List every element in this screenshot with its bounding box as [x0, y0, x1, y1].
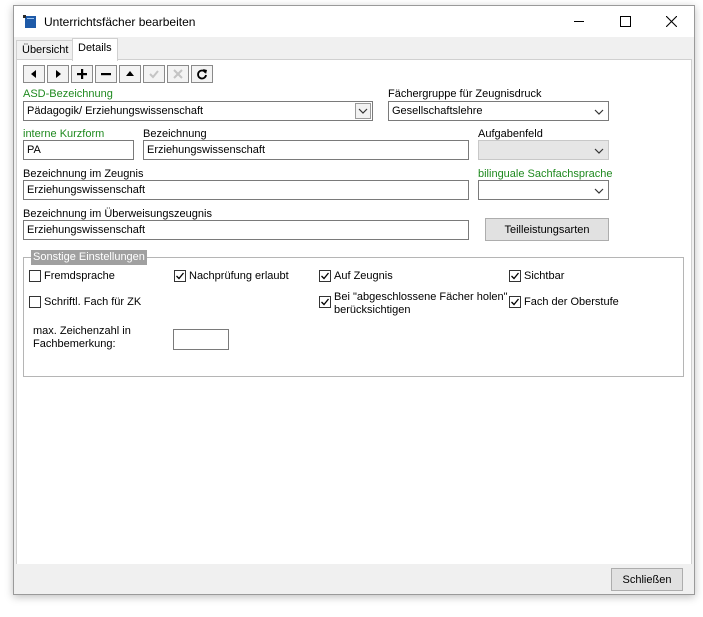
faechergruppe-label: Fächergruppe für Zeugnisdruck [388, 88, 542, 100]
triangle-right-icon [56, 70, 61, 78]
first-record-button[interactable] [23, 65, 45, 83]
kurzform-input[interactable]: PA [23, 140, 134, 160]
cancel-edit-button[interactable] [167, 65, 189, 83]
tab-uebersicht[interactable]: Übersicht [16, 40, 75, 60]
dialog-window: Unterrichtsfächer bearbeiten Übersicht D… [13, 5, 695, 595]
refresh-icon [197, 69, 207, 80]
auf-zeugnis-label: Auf Zeugnis [334, 270, 393, 282]
maximize-icon [619, 16, 631, 27]
chevron-down-icon [358, 108, 368, 114]
navigation-toolbar [23, 65, 213, 85]
faechergruppe-select[interactable]: Gesellschaftslehre [388, 101, 609, 121]
bezeichnung-input[interactable]: Erziehungswissenschaft [143, 140, 469, 160]
cross-icon [173, 69, 183, 79]
max-zeichen-label-line2: Fachbemerkung: [33, 338, 116, 350]
fremdsprache-checkbox[interactable] [29, 270, 41, 282]
tab-strip: Übersicht Details [14, 37, 694, 61]
faechergruppe-value: Gesellschaftslehre [392, 105, 483, 117]
chevron-down-icon [594, 148, 604, 154]
auf-zeugnis-checkbox[interactable] [319, 270, 331, 282]
tab-details[interactable]: Details [72, 38, 118, 61]
chevron-down-icon [594, 188, 604, 194]
maximize-button[interactable] [602, 6, 648, 37]
app-icon [23, 15, 36, 28]
close-icon [665, 16, 677, 27]
minimize-button[interactable] [556, 6, 602, 37]
teilleistungsarten-button[interactable]: Teilleistungsarten [485, 218, 609, 241]
bez-ueberweisung-input[interactable]: Erziehungswissenschaft [23, 220, 469, 240]
bilingual-label: bilinguale Sachfachsprache [478, 168, 613, 180]
abgeschlossen-label-line1: Bei "abgeschlossene Fächer holen" [334, 291, 508, 303]
kurzform-value: PA [27, 144, 41, 156]
confirm-button[interactable] [143, 65, 165, 83]
bezeichnung-label: Bezeichnung [143, 128, 207, 140]
settings-group-title: Sonstige Einstellungen [31, 250, 147, 265]
bez-ueberweisung-label: Bezeichnung im Überweisungszeugnis [23, 208, 212, 220]
chevron-down-icon [594, 109, 604, 115]
sichtbar-label: Sichtbar [524, 270, 565, 282]
bez-zeugnis-input[interactable]: Erziehungswissenschaft [23, 180, 469, 200]
max-zeichen-input[interactable] [173, 329, 229, 350]
checkmark-icon [511, 298, 520, 306]
title-bar: Unterrichtsfächer bearbeiten [14, 6, 694, 37]
remove-record-button[interactable] [95, 65, 117, 83]
checkmark-icon [321, 272, 330, 280]
minimize-icon [573, 21, 584, 22]
nachpruefung-label: Nachprüfung erlaubt [189, 270, 289, 282]
kurzform-label: interne Kurzform [23, 128, 105, 140]
aufgabenfeld-select[interactable] [478, 140, 609, 160]
nachpruefung-checkbox[interactable] [174, 270, 186, 282]
minus-icon [101, 73, 111, 76]
asd-label: ASD-Bezeichnung [23, 88, 113, 100]
asd-dropdown-box [355, 103, 371, 119]
max-zeichen-label-line1: max. Zeichenzahl in [33, 325, 131, 337]
bez-ueberweisung-value: Erziehungswissenschaft [27, 224, 146, 236]
close-button[interactable]: Schließen [611, 568, 683, 591]
checkmark-icon [176, 272, 185, 280]
schriftl-checkbox[interactable] [29, 296, 41, 308]
aufgabenfeld-label: Aufgabenfeld [478, 128, 543, 140]
oberstufe-label: Fach der Oberstufe [524, 296, 619, 308]
bez-zeugnis-value: Erziehungswissenschaft [27, 184, 146, 196]
add-record-button[interactable] [71, 65, 93, 83]
refresh-button[interactable] [191, 65, 213, 83]
bezeichnung-value: Erziehungswissenschaft [147, 144, 266, 156]
move-up-button[interactable] [119, 65, 141, 83]
abgeschlossen-label-line2: berücksichtigen [334, 304, 411, 316]
triangle-left-icon [31, 70, 36, 78]
dialog-footer [14, 564, 694, 594]
oberstufe-checkbox[interactable] [509, 296, 521, 308]
window-title: Unterrichtsfächer bearbeiten [44, 15, 196, 29]
schriftl-label: Schriftl. Fach für ZK [44, 296, 142, 308]
next-record-button[interactable] [47, 65, 69, 83]
fremdsprache-label: Fremdsprache [44, 270, 115, 282]
bilingual-select[interactable] [478, 180, 609, 200]
checkmark-icon [149, 70, 159, 79]
sichtbar-checkbox[interactable] [509, 270, 521, 282]
bez-zeugnis-label: Bezeichnung im Zeugnis [23, 168, 144, 180]
checkmark-icon [321, 298, 330, 306]
plus-icon [77, 69, 87, 79]
asd-select[interactable]: Pädagogik/ Erziehungswissenschaft [23, 101, 373, 121]
triangle-up-icon [126, 71, 134, 76]
checkmark-icon [511, 272, 520, 280]
close-window-button[interactable] [648, 6, 694, 37]
asd-value: Pädagogik/ Erziehungswissenschaft [27, 105, 204, 117]
abgeschlossen-checkbox[interactable] [319, 296, 331, 308]
